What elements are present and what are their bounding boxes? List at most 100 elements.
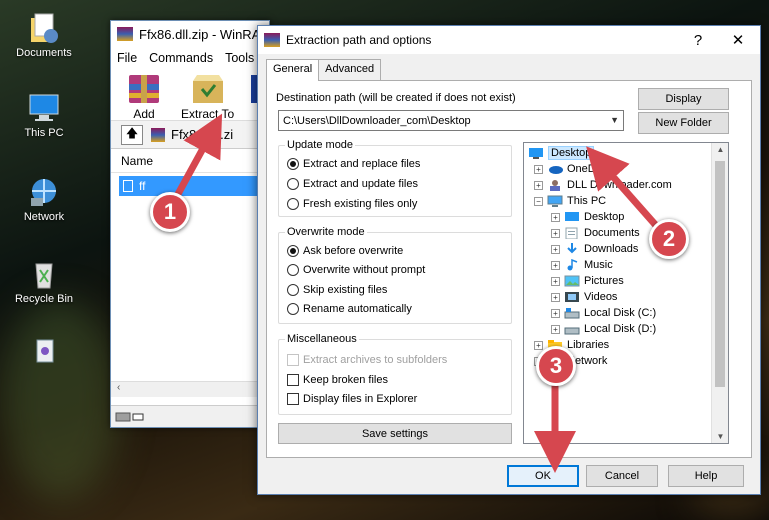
expand-icon[interactable]: + xyxy=(534,164,543,174)
radio-indicator[interactable] xyxy=(287,158,299,170)
miscellaneous-title: Miscellaneous xyxy=(285,333,359,345)
tree-item-label: Downloads xyxy=(584,243,639,255)
expand-icon[interactable]: + xyxy=(534,340,543,350)
tree-item-label: Documents xyxy=(584,227,640,239)
expand-icon[interactable]: + xyxy=(534,180,543,190)
tree-item-desktop-root[interactable]: Desktop xyxy=(528,145,595,161)
file-row[interactable]: ff xyxy=(119,176,265,196)
save-settings-button[interactable]: Save settings xyxy=(278,423,512,444)
tree-item-downloads[interactable]: + Downloads xyxy=(551,241,638,257)
destination-path-combo[interactable]: C:\Users\DllDownloader_com\Desktop ▼ xyxy=(278,110,624,131)
expand-icon[interactable]: + xyxy=(551,276,560,286)
radio-skip-existing[interactable]: Skip existing files xyxy=(287,284,387,296)
tree-item-label: DLL Downloader.com xyxy=(567,179,672,191)
documents-icon xyxy=(564,227,580,240)
tree-item-videos[interactable]: + Videos xyxy=(551,289,617,305)
collapse-icon[interactable]: − xyxy=(534,196,543,206)
expand-icon[interactable]: + xyxy=(551,308,560,318)
new-folder-button[interactable]: New Folder xyxy=(638,112,729,134)
expand-icon[interactable]: + xyxy=(551,228,560,238)
add-button[interactable]: Add xyxy=(123,71,165,121)
column-header-name[interactable]: Name xyxy=(111,149,269,173)
checkbox-indicator[interactable] xyxy=(287,374,299,386)
desktop-icon-network[interactable]: Network xyxy=(6,176,82,223)
scroll-up-icon[interactable]: ▲ xyxy=(712,145,728,154)
file-icon xyxy=(123,180,133,192)
radio-fresh-existing[interactable]: Fresh existing files only xyxy=(287,198,417,210)
option-label: Rename automatically xyxy=(303,303,412,315)
option-label: Extract and replace files xyxy=(303,158,421,170)
ok-button[interactable]: OK xyxy=(507,465,579,487)
radio-indicator[interactable] xyxy=(287,284,299,296)
checkbox-keep-broken[interactable]: Keep broken files xyxy=(287,374,388,386)
display-button[interactable]: Display xyxy=(638,88,729,110)
desktop-folder-icon xyxy=(528,147,544,159)
help-button[interactable]: Help xyxy=(668,465,744,487)
tree-item-music[interactable]: + Music xyxy=(551,257,613,273)
documents-icon xyxy=(27,12,61,44)
folder-tree-view[interactable]: Desktop + OneDrive + DLL Downloader.com … xyxy=(523,142,729,444)
radio-extract-update[interactable]: Extract and update files xyxy=(287,178,418,190)
radio-ask-before-overwrite[interactable]: Ask before overwrite xyxy=(287,245,403,257)
radio-extract-replace[interactable]: Extract and replace files xyxy=(287,158,420,170)
menu-commands[interactable]: Commands xyxy=(143,51,219,65)
extract-to-label: Extract To xyxy=(181,107,235,121)
tab-advanced[interactable]: Advanced xyxy=(318,59,382,80)
tree-item-local-disk-d[interactable]: + Local Disk (D:) xyxy=(551,321,656,337)
scroll-down-icon[interactable]: ▼ xyxy=(712,432,728,441)
radio-overwrite-without-prompt[interactable]: Overwrite without prompt xyxy=(287,264,425,276)
expand-icon[interactable]: + xyxy=(551,324,560,334)
checkbox-indicator[interactable] xyxy=(287,354,299,366)
cloud-icon xyxy=(547,163,563,175)
tree-item-user-folder[interactable]: + DLL Downloader.com xyxy=(534,177,672,193)
desktop-icon-unnamed[interactable] xyxy=(6,336,82,371)
tree-item-desktop[interactable]: + Desktop xyxy=(551,209,624,225)
desktop-icon-documents[interactable]: Documents xyxy=(6,12,82,59)
tree-item-label: Libraries xyxy=(567,339,610,351)
dialog-title: Extraction path and options xyxy=(286,33,432,47)
help-title-button[interactable]: ? xyxy=(678,26,718,54)
tree-item-local-disk-c[interactable]: + Local Disk (C:) xyxy=(551,305,656,321)
radio-indicator[interactable] xyxy=(287,198,299,210)
tab-general[interactable]: General xyxy=(266,59,320,81)
desktop-icon-recycle-bin[interactable]: Recycle Bin xyxy=(6,258,82,305)
scroll-thumb[interactable] xyxy=(715,161,725,387)
winrar-window[interactable]: Ffx86.dll.zip - WinRA File Commands Tool… xyxy=(110,20,271,428)
tree-vertical-scrollbar[interactable]: ▲ ▼ xyxy=(711,143,728,443)
music-note-icon xyxy=(564,258,580,271)
hard-drive-icon xyxy=(564,323,580,335)
tree-item-label: Videos xyxy=(584,291,618,303)
tree-item-label: OneDrive xyxy=(567,163,614,175)
desktop-icon-this-pc[interactable]: This PC xyxy=(6,92,82,139)
chevron-down-icon[interactable]: ▼ xyxy=(610,115,619,125)
radio-indicator[interactable] xyxy=(287,303,299,315)
option-label: Skip existing files xyxy=(303,284,388,296)
checkbox-display-explorer[interactable]: Display files in Explorer xyxy=(287,393,417,405)
expand-icon[interactable]: + xyxy=(551,260,560,270)
radio-rename-automatically[interactable]: Rename automatically xyxy=(287,303,412,315)
cancel-button[interactable]: Cancel xyxy=(586,465,658,487)
close-button[interactable]: ✕ xyxy=(718,26,758,54)
tree-item-this-pc[interactable]: − This PC xyxy=(534,193,606,209)
radio-indicator[interactable] xyxy=(287,245,299,257)
tree-item-documents[interactable]: + Documents xyxy=(551,225,640,241)
up-folder-button[interactable]: 🡅 xyxy=(121,124,143,145)
radio-indicator[interactable] xyxy=(287,264,299,276)
checkbox-indicator[interactable] xyxy=(287,393,299,405)
download-arrow-icon xyxy=(564,243,580,255)
extract-to-button[interactable]: Extract To xyxy=(181,71,234,121)
dialog-tabs: General Advanced xyxy=(266,59,382,81)
menu-file[interactable]: File xyxy=(111,51,143,65)
option-label: Extract and update files xyxy=(303,178,418,190)
expand-icon[interactable]: + xyxy=(551,292,560,302)
expand-icon[interactable]: + xyxy=(551,212,560,222)
winrar-title-bar[interactable]: Ffx86.dll.zip - WinRA xyxy=(111,21,269,47)
horizontal-scrollbar[interactable]: ‹ xyxy=(111,381,269,397)
radio-indicator[interactable] xyxy=(287,178,299,190)
menu-tools[interactable]: Tools xyxy=(219,51,260,65)
checkbox-extract-subfolders[interactable]: Extract archives to subfolders xyxy=(287,354,447,366)
expand-icon[interactable]: + xyxy=(551,244,560,254)
tree-item-pictures[interactable]: + Pictures xyxy=(551,273,624,289)
tree-item-onedrive[interactable]: + OneDrive xyxy=(534,161,613,177)
dialog-title-bar[interactable]: Extraction path and options ? ✕ xyxy=(258,26,760,54)
